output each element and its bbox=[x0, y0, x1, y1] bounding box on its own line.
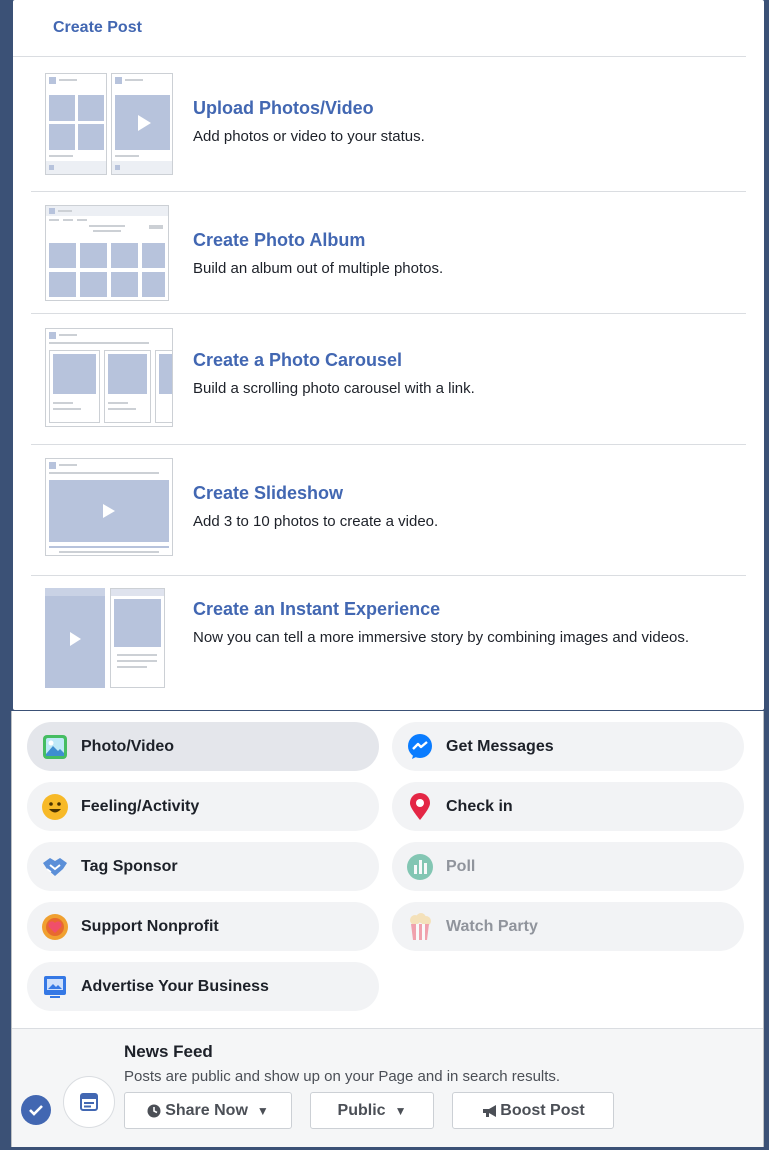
advertise-business-label: Advertise Your Business bbox=[81, 977, 269, 995]
news-feed-title: News Feed bbox=[124, 1042, 213, 1061]
instant-experience-thumbnail bbox=[45, 588, 165, 688]
handshake-icon bbox=[41, 853, 69, 881]
menu-item-create-instant-experience[interactable]: Create an Instant Experience Now you can… bbox=[31, 576, 746, 710]
checkmark-icon bbox=[29, 1105, 43, 1116]
support-nonprofit-button[interactable]: Support Nonprofit bbox=[27, 902, 379, 951]
news-feed-icon bbox=[63, 1076, 115, 1128]
menu-item-create-slideshow[interactable]: Create Slideshow Add 3 to 10 photos to c… bbox=[31, 445, 746, 576]
photo-video-button[interactable]: Photo/Video bbox=[27, 722, 379, 771]
menu-item-create-photo-album[interactable]: Create Photo Album Build an album out of… bbox=[31, 192, 746, 314]
check-in-button[interactable]: Check in bbox=[392, 782, 744, 831]
boost-post-button[interactable]: Boost Post bbox=[452, 1092, 614, 1129]
chevron-down-icon: ▼ bbox=[256, 1103, 269, 1118]
smiley-icon bbox=[41, 793, 69, 821]
photo-icon bbox=[41, 733, 69, 761]
news-feed-checkbox[interactable] bbox=[21, 1095, 51, 1125]
photo-carousel-thumbnail bbox=[45, 328, 173, 427]
advertise-icon bbox=[41, 973, 69, 1001]
feeling-activity-label: Feeling/Activity bbox=[81, 797, 200, 815]
boost-post-label: Boost Post bbox=[500, 1101, 585, 1119]
item-title: Create an Instant Experience bbox=[193, 599, 441, 619]
item-desc: Build a scrolling photo carousel with a … bbox=[193, 380, 475, 397]
item-title: Upload Photos/Video bbox=[193, 98, 374, 118]
news-feed-description: Posts are public and show up on your Pag… bbox=[124, 1068, 561, 1085]
feeling-activity-button[interactable]: Feeling/Activity bbox=[27, 782, 379, 831]
item-desc: Now you can tell a more immersive story … bbox=[193, 629, 690, 646]
get-messages-label: Get Messages bbox=[446, 737, 554, 755]
check-in-label: Check in bbox=[446, 797, 513, 815]
item-title: Create Photo Album bbox=[193, 230, 366, 250]
get-messages-button[interactable]: Get Messages bbox=[392, 722, 744, 771]
watch-party-button[interactable]: Watch Party bbox=[392, 902, 744, 951]
menu-item-create-photo-carousel[interactable]: Create a Photo Carousel Build a scrollin… bbox=[31, 314, 746, 445]
poll-label: Poll bbox=[446, 857, 476, 875]
create-post-menu: Create Post Upload Photos/Video Add phot… bbox=[13, 0, 764, 710]
share-now-label: Share Now bbox=[165, 1101, 248, 1119]
audience-dropdown[interactable]: Public ▼ bbox=[310, 1092, 434, 1129]
audience-label: Public bbox=[337, 1101, 386, 1119]
clock-icon bbox=[147, 1104, 161, 1117]
location-pin-icon bbox=[406, 792, 434, 821]
upload-photos-thumbnail bbox=[45, 73, 173, 175]
support-nonprofit-label: Support Nonprofit bbox=[81, 917, 219, 935]
item-desc: Add photos or video to your status. bbox=[193, 128, 425, 145]
nonprofit-heart-icon bbox=[41, 913, 69, 941]
item-title: Create Slideshow bbox=[193, 483, 344, 503]
menu-title: Create Post bbox=[53, 19, 142, 36]
slideshow-thumbnail bbox=[45, 458, 173, 556]
photo-album-thumbnail bbox=[45, 205, 169, 301]
poll-button[interactable]: Poll bbox=[392, 842, 744, 891]
menu-item-upload-photos-video[interactable]: Upload Photos/Video Add photos or video … bbox=[31, 57, 746, 192]
chevron-down-icon: ▼ bbox=[394, 1103, 407, 1118]
tag-sponsor-label: Tag Sponsor bbox=[81, 857, 178, 875]
tag-sponsor-button[interactable]: Tag Sponsor bbox=[27, 842, 379, 891]
share-now-dropdown[interactable]: Share Now ▼ bbox=[124, 1092, 292, 1129]
item-desc: Add 3 to 10 photos to create a video. bbox=[193, 513, 439, 530]
item-title: Create a Photo Carousel bbox=[193, 350, 403, 370]
menu-header: Create Post bbox=[13, 0, 746, 57]
advertise-business-button[interactable]: Advertise Your Business bbox=[27, 962, 379, 1011]
megaphone-icon bbox=[483, 1104, 497, 1117]
messenger-icon bbox=[406, 733, 434, 761]
composer-panel: Photo/Video Feeling/Activity Tag Sponsor… bbox=[11, 711, 764, 1147]
watch-party-label: Watch Party bbox=[446, 917, 538, 935]
item-desc: Build an album out of multiple photos. bbox=[193, 260, 444, 277]
photo-video-label: Photo/Video bbox=[81, 737, 175, 755]
poll-icon bbox=[406, 853, 434, 881]
news-feed-footer: News Feed Posts are public and show up o… bbox=[12, 1028, 763, 1147]
popcorn-icon bbox=[406, 912, 434, 941]
